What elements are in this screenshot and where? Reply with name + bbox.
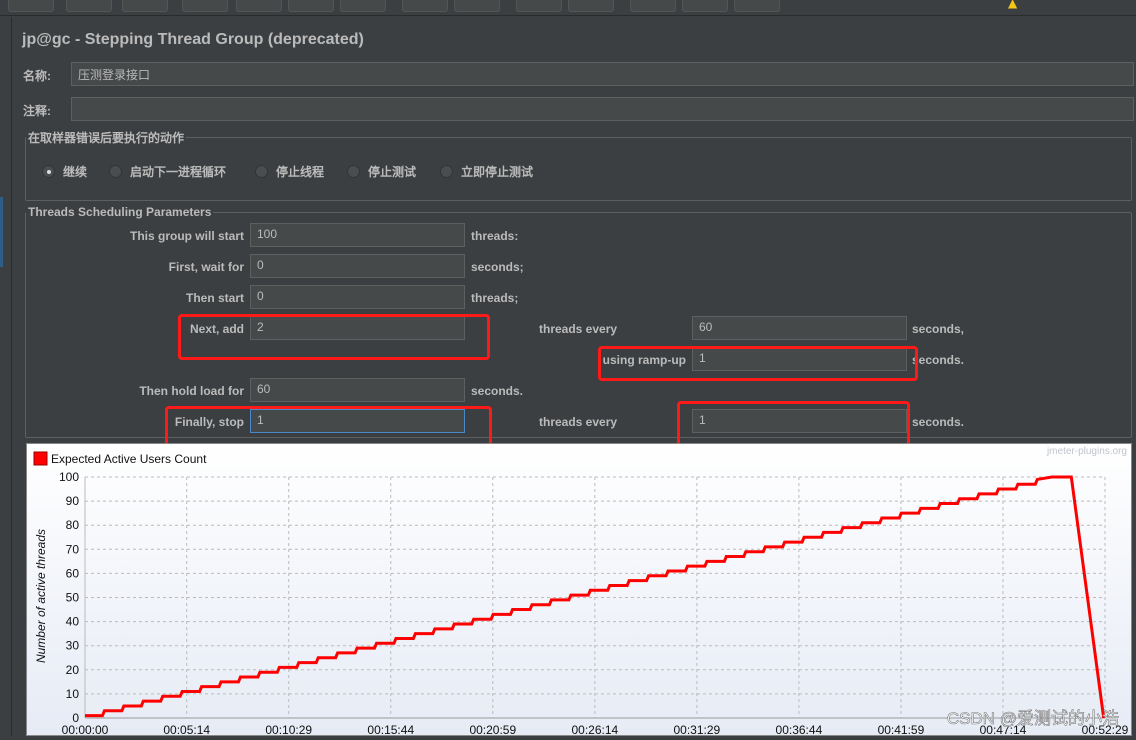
radio-stop-thread[interactable]: 停止线程 xyxy=(255,163,324,180)
y-tick-label: 50 xyxy=(66,591,80,605)
ramp-up-unit: seconds. xyxy=(912,353,965,367)
x-tick-label: 00:20:59 xyxy=(469,723,516,737)
radio-label: 立即停止测试 xyxy=(461,165,534,179)
highlight-box xyxy=(598,346,918,381)
y-tick-label: 70 xyxy=(66,542,80,556)
hold-load-unit: seconds. xyxy=(471,384,524,398)
function-helper-button[interactable] xyxy=(630,0,676,12)
toolbar-button[interactable] xyxy=(122,0,168,12)
finally-stop-unit: seconds. xyxy=(912,415,965,429)
radio-icon xyxy=(109,165,122,178)
then-start-unit: threads; xyxy=(471,291,519,305)
x-tick-label: 00:05:14 xyxy=(163,723,210,737)
highlight-box xyxy=(178,314,490,360)
x-tick-label: 00:36:44 xyxy=(776,723,823,737)
comment-label: 注释: xyxy=(23,104,51,118)
watermark: CSDN @爱测试的小浩 xyxy=(947,709,1119,728)
radio-label: 停止线程 xyxy=(276,165,325,179)
hold-load-input[interactable]: 60 xyxy=(250,378,465,402)
error-action-legend: 在取样器错误后要执行的动作 xyxy=(28,131,185,145)
help-button[interactable] xyxy=(682,0,728,12)
y-tick-label: 30 xyxy=(66,639,80,653)
clear-all-button[interactable] xyxy=(454,0,500,12)
finally-stop-every-label: threads every xyxy=(539,415,618,429)
y-tick-label: 80 xyxy=(66,518,80,532)
remote-button[interactable] xyxy=(734,0,780,12)
initial-delay-input[interactable]: 0 xyxy=(250,254,465,278)
highlight-box xyxy=(677,401,910,448)
radio-icon xyxy=(347,165,360,178)
tree-panel-edge[interactable] xyxy=(0,17,12,736)
x-tick-label: 00:41:59 xyxy=(878,723,925,737)
shutdown-button[interactable] xyxy=(340,0,386,12)
radio-icon xyxy=(255,165,268,178)
x-tick-label: 00:15:44 xyxy=(367,723,414,737)
x-tick-label: 00:00:00 xyxy=(62,723,109,737)
chart-credit: jmeter-plugins.org xyxy=(1046,446,1127,457)
start-threads-unit: threads: xyxy=(471,229,519,243)
search-button[interactable] xyxy=(516,0,562,12)
start-no-pause-button[interactable] xyxy=(236,0,282,12)
radio-stop-test-now[interactable]: 立即停止测试 xyxy=(440,163,533,180)
start-threads-input[interactable]: 100 xyxy=(250,223,465,247)
hold-load-label: Then hold load for xyxy=(139,384,244,398)
selection-marker xyxy=(0,197,3,267)
y-tick-label: 100 xyxy=(59,470,79,484)
chart-panel: Expected Active Users Count jmeter-plugi… xyxy=(26,443,1132,737)
toolbar-button[interactable] xyxy=(66,0,112,12)
radio-label: 停止测试 xyxy=(368,165,417,179)
radio-icon xyxy=(42,165,55,178)
clear-button[interactable] xyxy=(402,0,448,12)
initial-delay-label: First, wait for xyxy=(168,260,244,274)
toolbar-button[interactable] xyxy=(8,0,54,12)
radio-label: 继续 xyxy=(63,165,88,179)
y-tick-label: 10 xyxy=(66,687,80,701)
legend-label: Expected Active Users Count xyxy=(51,452,207,466)
next-add-unit: seconds, xyxy=(912,322,965,336)
toolbar: ▲ xyxy=(0,0,1136,16)
comment-input[interactable] xyxy=(71,97,1134,121)
radio-continue[interactable]: 继续 xyxy=(42,163,87,180)
x-tick-label: 00:10:29 xyxy=(265,723,312,737)
y-tick-label: 60 xyxy=(66,566,80,580)
y-tick-label: 90 xyxy=(66,494,80,508)
next-add-every-label: threads every xyxy=(539,322,618,336)
then-start-label: Then start xyxy=(185,291,244,305)
radio-start-next-loop[interactable]: 启动下一进程循环 xyxy=(109,163,226,180)
radio-label: 启动下一进程循环 xyxy=(130,165,227,179)
start-button[interactable] xyxy=(182,0,228,12)
page-title: jp@gc - Stepping Thread Group (deprecate… xyxy=(22,31,364,48)
radio-icon xyxy=(440,165,453,178)
name-input[interactable]: 压测登录接口 xyxy=(71,62,1134,86)
warning-icon[interactable]: ▲ xyxy=(1008,0,1017,10)
legend-swatch xyxy=(33,451,48,466)
threads-chart: Expected Active Users Count jmeter-plugi… xyxy=(33,446,1129,737)
y-tick-label: 20 xyxy=(66,663,80,677)
stop-button[interactable] xyxy=(288,0,334,12)
next-add-every-input[interactable]: 60 xyxy=(692,316,907,340)
scheduling-legend: Threads Scheduling Parameters xyxy=(28,205,212,219)
then-start-input[interactable]: 0 xyxy=(250,285,465,309)
reset-search-button[interactable] xyxy=(568,0,614,12)
y-axis-label: Number of active threads xyxy=(34,529,48,663)
radio-stop-test[interactable]: 停止测试 xyxy=(347,163,416,180)
start-threads-label: This group will start xyxy=(129,229,244,243)
y-tick-label: 40 xyxy=(66,615,80,629)
x-tick-label: 00:26:14 xyxy=(571,723,618,737)
initial-delay-unit: seconds; xyxy=(471,260,524,274)
x-tick-label: 00:31:29 xyxy=(674,723,721,737)
name-label: 名称: xyxy=(23,69,51,83)
